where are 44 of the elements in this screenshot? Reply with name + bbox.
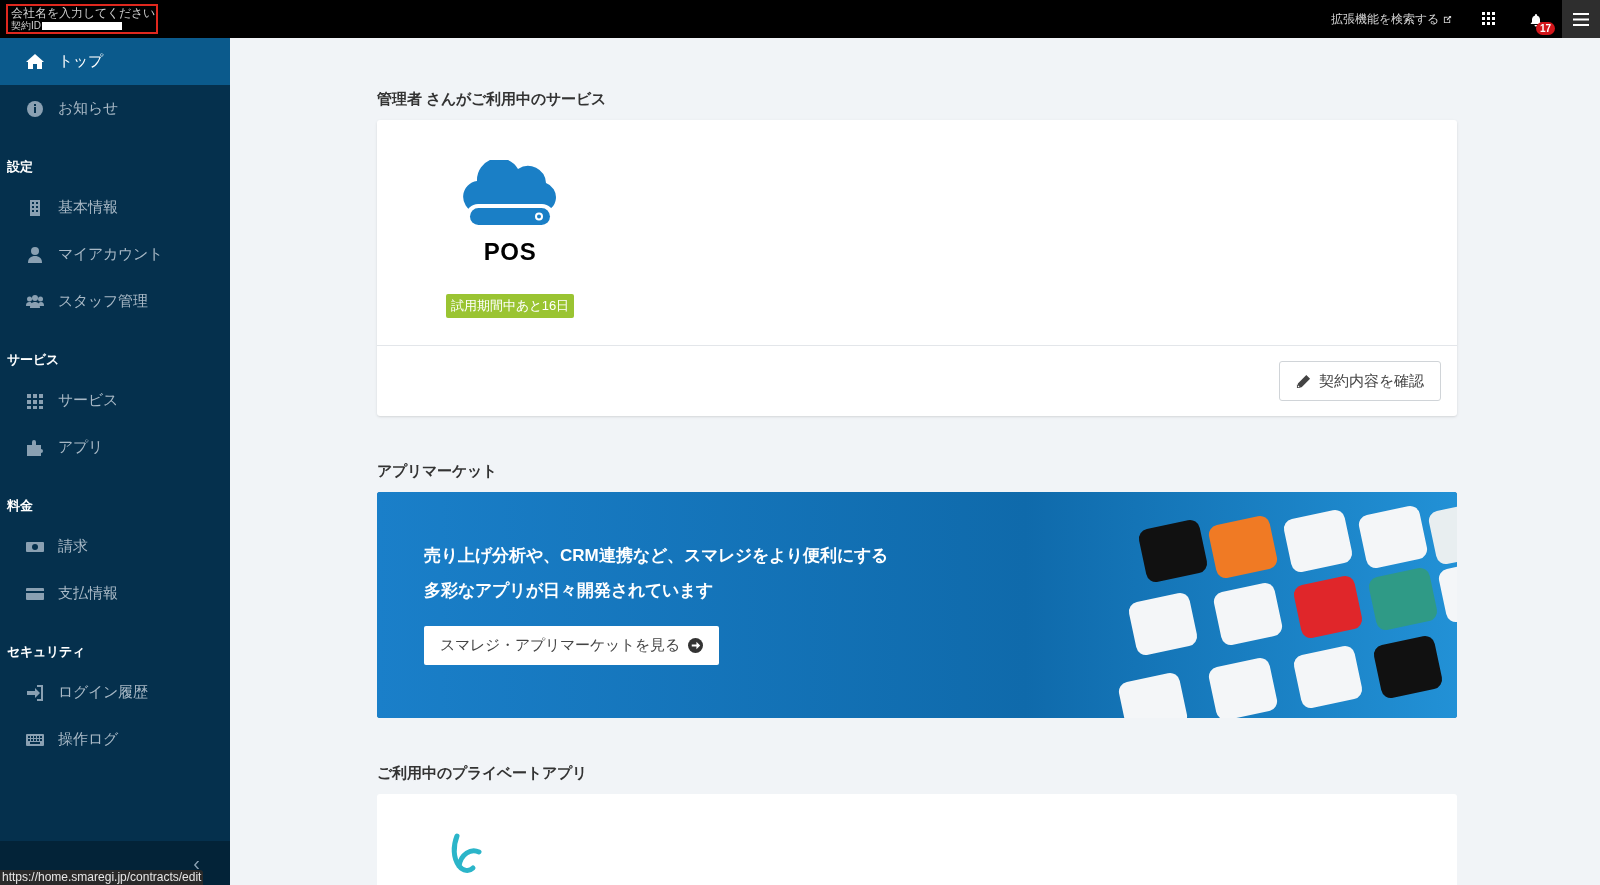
extension-search-link[interactable]: 拡張機能を検索する (1331, 10, 1452, 28)
user-icon (26, 245, 44, 264)
grid-icon (26, 391, 44, 410)
section-heading: アプリマーケット (377, 461, 498, 481)
sidebar-item[interactable]: 基本情報 (0, 184, 230, 231)
menu-icon (1573, 12, 1589, 26)
sidebar-item[interactable]: マイアカウント (0, 231, 230, 278)
app-market-button[interactable]: スマレジ・アプリマーケットを見る (424, 626, 719, 665)
trial-badge: 試用期間中あと16日 (445, 294, 575, 318)
home-icon (26, 52, 44, 71)
status-url: https://home.smaregi.jp/contracts/edit (0, 870, 204, 885)
section-heading: 料金 (6, 497, 34, 516)
sidebar-item[interactable]: 請求 (0, 523, 230, 570)
menu-button[interactable] (1562, 0, 1600, 38)
sidebar-item[interactable]: ログイン履歴 (0, 669, 230, 716)
section-heading: サービス (6, 351, 60, 370)
collapse-button[interactable]: ‹ (193, 853, 200, 873)
sidebar-item[interactable]: スタッフ管理 (0, 278, 230, 325)
sidebar-item[interactable]: トップ (0, 38, 230, 85)
banner-text: 売り上げ分析や、CRM連携など、スマレジをより便利にする (424, 545, 888, 567)
contract-id-label: 契約ID (11, 20, 41, 31)
sidebar-item[interactable]: 操作ログ (0, 716, 230, 763)
confirm-contract-button[interactable]: 契約内容を確認 (1279, 361, 1441, 401)
external-link-icon (1443, 14, 1452, 24)
info-icon (26, 99, 44, 118)
banner-text: 多彩なアプリが日々開発されています (424, 580, 713, 602)
sign-in-icon (26, 683, 44, 702)
notification-bell-icon[interactable] (1530, 14, 1542, 27)
section-heading: ご利用中のプライベートアプリ (377, 763, 588, 783)
section-heading: 管理者 さんがご利用中のサービス (377, 89, 608, 109)
notification-count-badge: 17 (1536, 22, 1556, 35)
sidebar-item[interactable]: アプリ (0, 424, 230, 471)
section-heading: セキュリティ (6, 643, 86, 662)
puzzle-icon (26, 438, 44, 457)
sidebar-item[interactable]: お知らせ (0, 85, 230, 132)
service-name: POS (483, 237, 537, 267)
arrow-circle-icon (688, 638, 703, 653)
company-field[interactable]: 会社名を入力してください 契約ID (6, 4, 158, 34)
apps-grid-icon[interactable] (1482, 12, 1496, 26)
sidebar-item[interactable]: サービス (0, 377, 230, 424)
sidebar-item[interactable]: 支払情報 (0, 570, 230, 617)
pencil-icon (1296, 373, 1311, 389)
section-heading: 設定 (6, 158, 34, 177)
users-icon (26, 292, 44, 311)
